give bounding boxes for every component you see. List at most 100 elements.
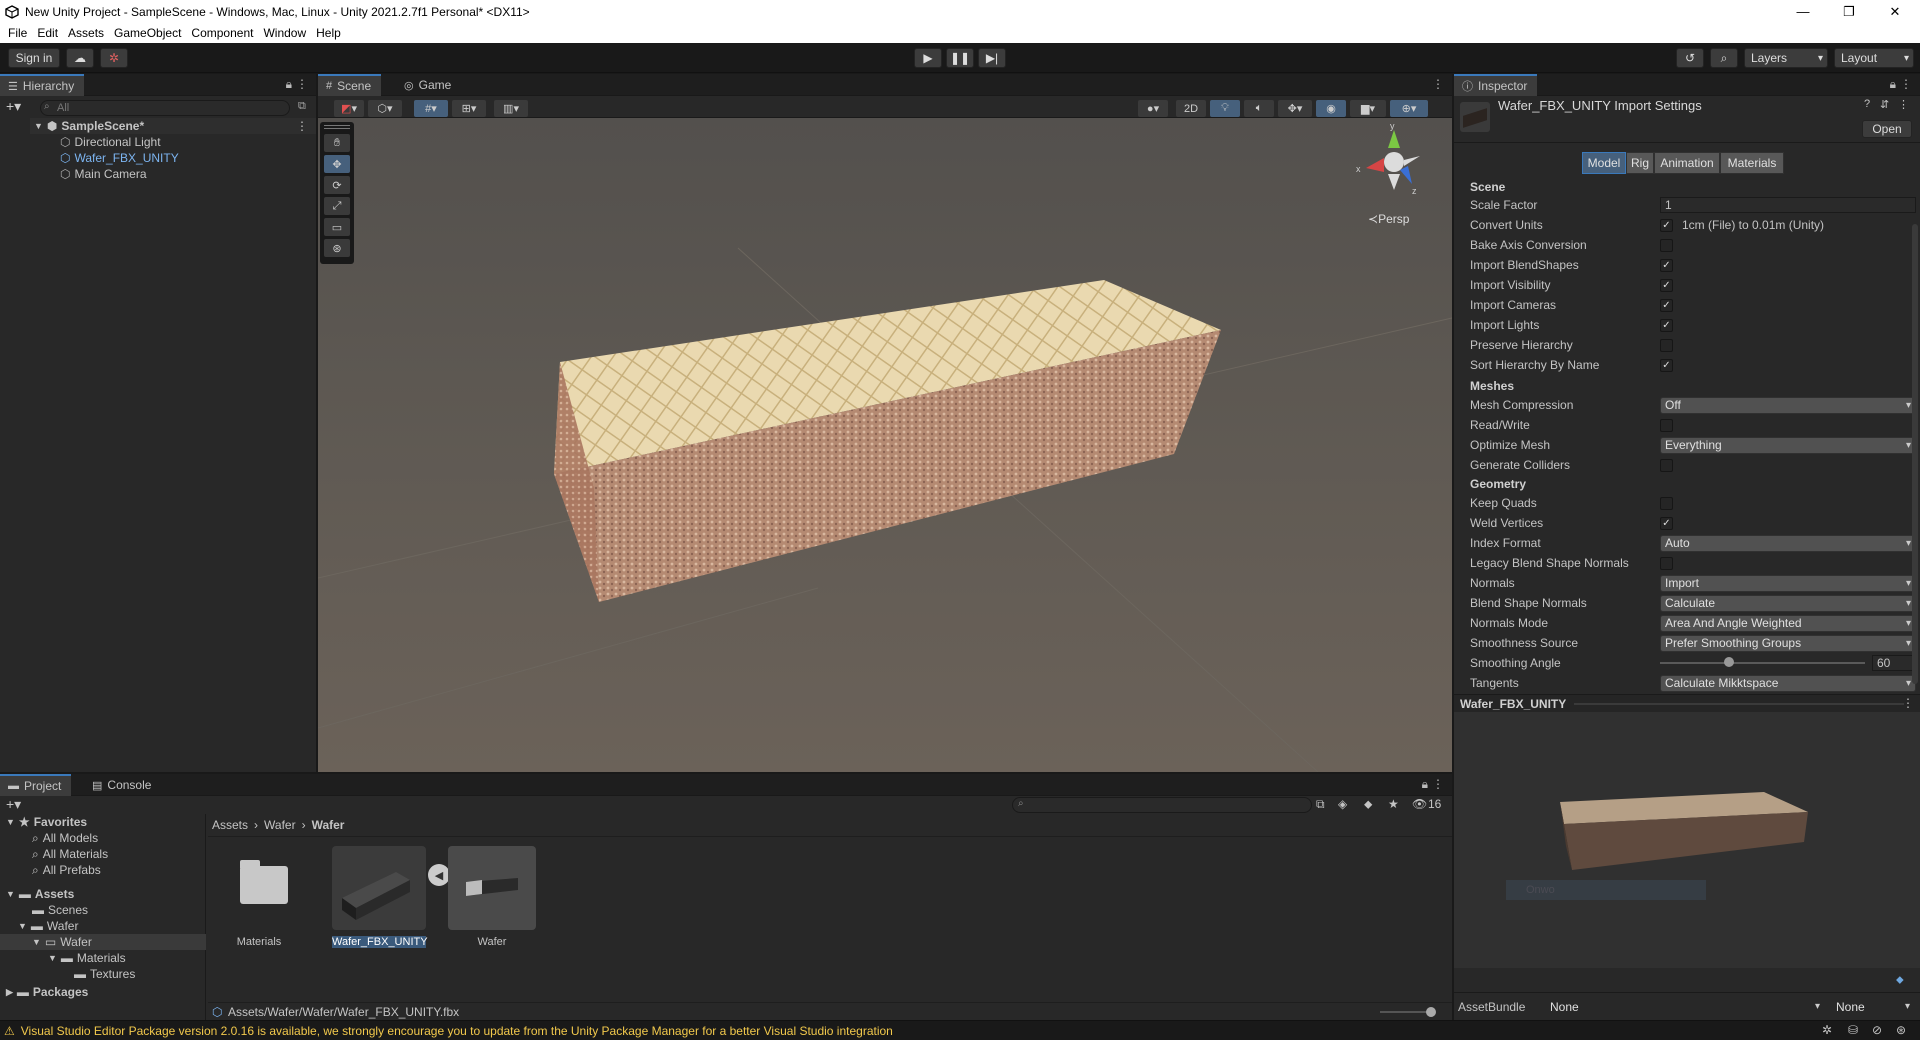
preset-icon[interactable]: ⇵ [1880,98,1889,111]
move-tool-button[interactable]: ✥ [324,155,350,173]
minimize-button[interactable]: — [1780,0,1826,23]
help-icon[interactable]: ? [1864,98,1870,110]
import-visibility-checkbox[interactable]: ✓ [1660,278,1673,292]
asset-item-selected[interactable]: Wafer_FBX_UNITY [332,846,428,950]
tab-model[interactable]: Model [1582,152,1626,174]
menu-component[interactable]: Component [191,26,253,40]
preview-header[interactable]: Wafer_FBX_UNITY ⋮ [1454,694,1920,712]
draw-mode-button[interactable]: ◩ ▾ [334,100,364,117]
bake-axis-checkbox[interactable] [1660,238,1673,252]
play-button[interactable]: ▶ [914,48,942,68]
scale-factor-input[interactable]: 1 [1660,197,1916,213]
favorites-row[interactable]: ▼ ★ Favorites [6,814,87,830]
hidden-objects-button[interactable]: ◉ [1316,100,1346,117]
tab-materials[interactable]: Materials [1720,152,1784,174]
smoothness-source-dropdown[interactable]: Prefer Smoothing Groups [1660,634,1916,652]
tab-scene[interactable]: # Scene [318,74,382,96]
collab-button[interactable]: ✲ [100,48,128,68]
optimize-mesh-dropdown[interactable]: Everything [1660,436,1916,454]
keep-quads-checkbox[interactable] [1660,496,1673,510]
compile-icon[interactable]: ⊛ [1896,1023,1906,1037]
menu-file[interactable]: File [8,26,27,40]
generate-colliders-checkbox[interactable] [1660,458,1673,472]
sort-hierarchy-checkbox[interactable]: ✓ [1660,358,1673,372]
menu-window[interactable]: Window [263,26,306,40]
gizmos-button[interactable]: ⊕ ▾ [1390,100,1428,117]
asset-item[interactable]: Materials [216,846,302,950]
tab-hierarchy[interactable]: ☰ Hierarchy [0,74,85,96]
lock-icon[interactable]: 🔒︎ [1422,777,1428,792]
blend-shape-normals-dropdown[interactable]: Calculate [1660,594,1916,612]
cloud-button[interactable]: ☁ [66,48,94,68]
panel-menu-icon[interactable]: ⋮ [1432,77,1444,91]
tree-folder[interactable]: ▬ Scenes [32,902,88,918]
tangents-dropdown[interactable]: Calculate Mikktspace [1660,674,1916,692]
panel-menu-icon[interactable]: ⋮ [1432,777,1444,791]
scene-filter-icon[interactable]: ⧉ [298,100,306,113]
context-menu-icon[interactable]: ⋮ [1898,98,1909,111]
tree-folder[interactable]: ▼ ▬ Materials [48,950,126,966]
maximize-button[interactable]: ❐ [1826,0,1872,23]
create-asset-button[interactable]: +▾ [6,796,21,813]
2d-toggle-button[interactable]: 2D [1176,100,1206,117]
preserve-hierarchy-checkbox[interactable] [1660,338,1673,352]
cache-icon[interactable]: ⛁ [1848,1023,1858,1037]
hidden-count-icon[interactable]: 👁︎ [1412,797,1427,811]
smoothing-angle-track[interactable] [1660,662,1865,664]
network-icon[interactable]: ⊘ [1872,1023,1882,1037]
panel-menu-icon[interactable]: ⋮ [1900,77,1912,91]
import-blendshapes-checkbox[interactable]: ✓ [1660,258,1673,272]
mesh-compression-dropdown[interactable]: Off [1660,396,1916,414]
drag-handle-icon[interactable] [324,125,350,129]
projection-label[interactable]: ≺Persp [1368,212,1409,226]
lock-icon[interactable]: 🔒︎ [1890,77,1896,92]
align-button[interactable]: ▥ ▾ [494,100,528,117]
panel-menu-icon[interactable]: ⋮ [296,77,308,91]
breadcrumb-item[interactable]: Assets [212,818,248,832]
audio-toggle-button[interactable]: 🔈︎ [1244,100,1274,117]
hierarchy-item[interactable]: ⬡ Wafer_FBX_UNITY [30,150,316,166]
orientation-button[interactable]: ⬡ ▾ [368,100,402,117]
rotate-tool-button[interactable]: ⟳ [324,176,350,194]
tab-rig[interactable]: Rig [1626,152,1654,174]
scene-viewport[interactable]: y x z ≺Persp [318,118,1452,772]
add-object-button[interactable]: +▾ [6,98,21,115]
preview-viewport[interactable]: Onwo [1454,712,1920,968]
tab-project[interactable]: ▬ Project [0,774,72,796]
sign-in-button[interactable]: Sign in [8,48,60,68]
shading-mode-button[interactable]: ● ▾ [1138,100,1168,117]
layers-dropdown[interactable]: Layers ▾ [1744,48,1828,68]
normals-dropdown[interactable]: Import [1660,574,1916,592]
tab-console[interactable]: ▤ Console [84,774,161,796]
inspector-scrollbar[interactable] [1912,224,1918,684]
orientation-gizmo[interactable]: y x z [1354,122,1434,202]
hand-tool-button[interactable]: ✋︎ [324,134,350,152]
tab-inspector[interactable]: ⓘ Inspector [1454,74,1538,96]
bug-icon[interactable]: ✲ [1822,1023,1832,1037]
convert-units-checkbox[interactable]: ✓ [1660,218,1673,232]
breadcrumb-item[interactable]: Wafer [264,818,296,832]
hierarchy-search-input[interactable]: All [40,100,290,116]
scene-menu-icon[interactable]: ⋮ [296,119,308,133]
filter-icon[interactable]: ◈ [1338,797,1347,811]
asset-item[interactable]: Wafer [448,846,536,950]
menu-help[interactable]: Help [316,26,341,40]
panel-menu-icon[interactable]: ⋮ [1902,696,1914,710]
index-format-dropdown[interactable]: Auto [1660,534,1916,552]
menu-edit[interactable]: Edit [37,26,58,40]
collapse-subassets-button[interactable]: ◀ [428,864,450,886]
favorite-item[interactable]: ⌕ All Materials [32,846,108,862]
import-cameras-checkbox[interactable]: ✓ [1660,298,1673,312]
step-button[interactable]: ▶| [978,48,1006,68]
project-search-input[interactable] [1012,797,1312,813]
lighting-toggle-button[interactable]: 💡︎ [1210,100,1240,117]
favorite-item[interactable]: ⌕ All Prefabs [32,862,101,878]
assetbundle-dropdown[interactable]: None [1546,998,1824,1015]
transform-tool-button[interactable]: ⊛ [324,239,350,257]
hierarchy-item[interactable]: ⬡ Directional Light [30,134,316,150]
label-filter-icon[interactable]: ⬥ [1364,797,1372,812]
tab-game[interactable]: ◎ Game [396,74,461,96]
hierarchy-item[interactable]: ⬡ Main Camera [30,166,316,182]
assetbundle-variant-dropdown[interactable]: None [1832,998,1914,1015]
smoothing-angle-handle[interactable] [1724,657,1734,667]
